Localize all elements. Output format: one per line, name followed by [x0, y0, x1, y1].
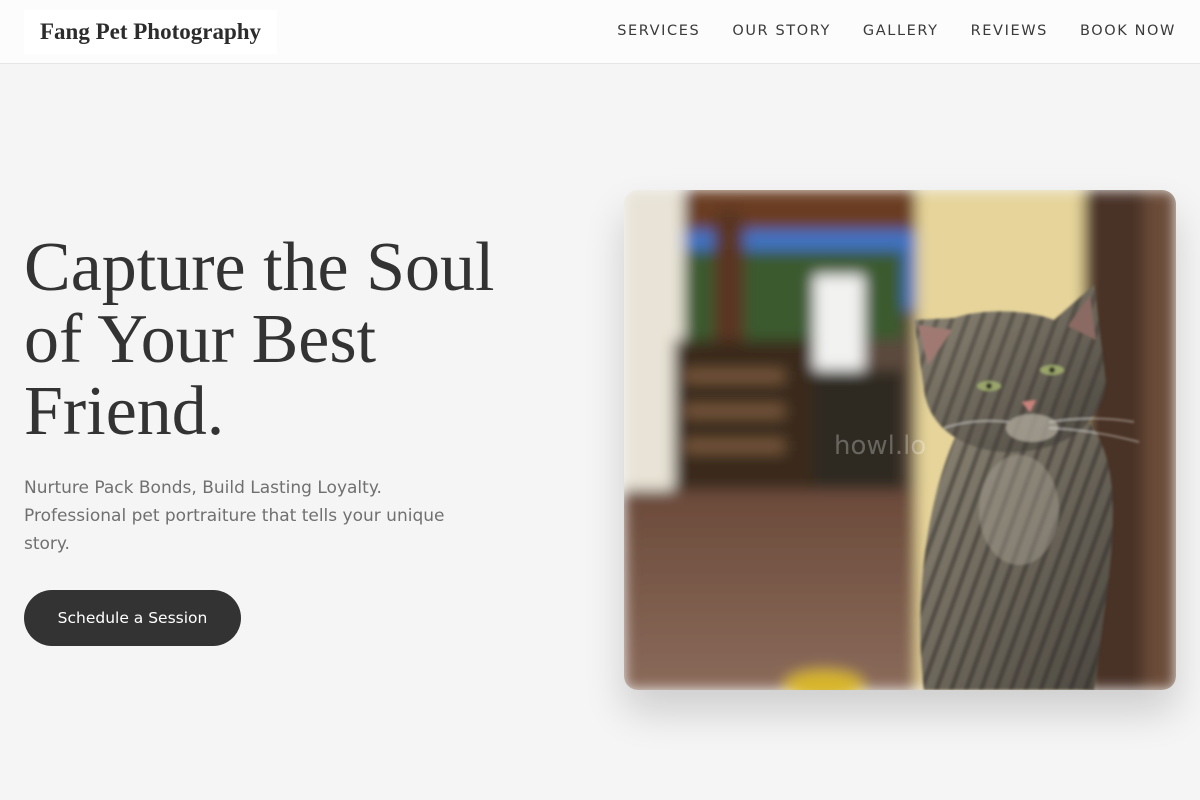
site-header: Fang Pet Photography SERVICES OUR STORY … — [0, 0, 1200, 64]
hero-subtitle-line2: Professional pet portraiture that tells … — [24, 506, 445, 554]
hero-title: Capture the Soul of Your Best Friend. — [24, 229, 495, 450]
nav-services[interactable]: SERVICES — [617, 23, 700, 39]
hero-subtitle-line1: Nurture Pack Bonds, Build Lasting Loyalt… — [24, 478, 382, 498]
nav-reviews[interactable]: REVIEWS — [971, 23, 1048, 39]
nav-book-now[interactable]: BOOK NOW — [1080, 23, 1176, 39]
brand-logo[interactable]: Fang Pet Photography — [24, 10, 278, 54]
nav-our-story[interactable]: OUR STORY — [732, 23, 831, 39]
main-nav: SERVICES OUR STORY GALLERY REVIEWS BOOK … — [617, 0, 1176, 62]
schedule-session-button[interactable]: Schedule a Session — [24, 590, 241, 646]
nav-gallery[interactable]: GALLERY — [863, 23, 939, 39]
hero-cat-photo: howl.lo — [624, 190, 1176, 690]
hero-subtitle: Nurture Pack Bonds, Build Lasting Loyalt… — [24, 474, 494, 558]
photo-watermark: howl.lo — [834, 431, 926, 461]
